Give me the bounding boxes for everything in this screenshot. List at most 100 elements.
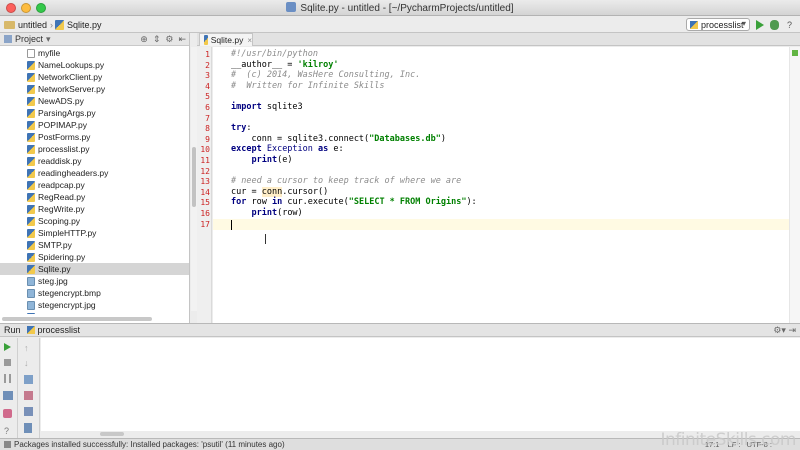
stop-button[interactable] <box>4 359 11 366</box>
image-file-icon <box>27 288 35 298</box>
tree-item[interactable]: readingheaders.py <box>0 167 189 179</box>
tree-item[interactable]: NewADS.py <box>0 95 189 107</box>
tree-item[interactable]: Sqlite.py <box>0 263 189 275</box>
tree-item[interactable]: StegoEncrypt.py <box>0 311 189 314</box>
tree-item[interactable]: ParsingArgs.py <box>0 107 189 119</box>
tree-item-label: processlist.py <box>38 144 90 154</box>
run-panel-settings[interactable]: ⚙▾ ⇥ <box>773 325 796 336</box>
tree-item[interactable]: SimpleHTTP.py <box>0 227 189 239</box>
tree-item[interactable]: NameLookups.py <box>0 59 189 71</box>
console-scroll-thumb[interactable] <box>100 432 124 436</box>
line-number: 1 <box>205 50 210 59</box>
code-token: (row) <box>277 208 303 218</box>
tree-item-label: steg.jpg <box>38 276 68 286</box>
code-line[interactable]: print(e) <box>231 155 292 166</box>
tree-item[interactable]: Scoping.py <box>0 215 189 227</box>
run-button[interactable] <box>754 19 765 30</box>
restore-layout-button[interactable] <box>3 391 13 400</box>
status-message[interactable]: Packages installed successfully: Install… <box>14 440 285 449</box>
code-line[interactable]: # Written for Infinite Skills <box>231 81 385 92</box>
python-file-icon <box>27 240 35 250</box>
code-line[interactable]: except Exception as e: <box>231 144 344 155</box>
pause-button[interactable] <box>4 374 11 383</box>
tree-item[interactable]: RegWrite.py <box>0 203 189 215</box>
status-icon[interactable] <box>4 441 11 448</box>
inspection-ok-icon[interactable] <box>792 50 798 56</box>
code-token: cur.execute( <box>282 197 349 208</box>
code-token: # (c) 2014, WasHere Consulting, Inc. <box>231 70 421 81</box>
tree-item[interactable]: stegencrypt.bmp <box>0 287 189 299</box>
print-button[interactable] <box>24 407 33 416</box>
scroll-thumb[interactable] <box>2 317 152 321</box>
rerun-button[interactable] <box>4 343 14 352</box>
project-horizontal-scrollbar[interactable] <box>2 316 188 322</box>
code-line[interactable]: print(row) <box>231 208 303 219</box>
collapse-all-icon[interactable]: ⇕ <box>153 34 161 45</box>
python-file-icon <box>27 96 35 106</box>
editor-tab-bar: Sqlite.py × <box>197 33 800 46</box>
breadcrumb-file[interactable]: Sqlite.py <box>55 18 102 31</box>
run-config-select[interactable]: processlist ▾ <box>686 18 750 31</box>
tree-item[interactable]: POPIMAP.py <box>0 119 189 131</box>
run-console-output[interactable] <box>41 338 800 431</box>
tree-item-label: readdisk.py <box>38 156 82 166</box>
tree-item[interactable]: readdisk.py <box>0 155 189 167</box>
project-panel-tools: ⊕ ⇕ ⚙ ⇤ <box>140 34 186 45</box>
tree-item[interactable]: RegRead.py <box>0 191 189 203</box>
tree-item-label: Scoping.py <box>38 216 81 226</box>
project-panel-title[interactable]: Project <box>15 34 43 44</box>
code-token: for <box>231 197 247 208</box>
tree-item[interactable]: Spidering.py <box>0 251 189 263</box>
tree-item[interactable]: readpcap.py <box>0 179 189 191</box>
tree-item[interactable]: myfile <box>0 47 189 59</box>
editor-tab-sqlite[interactable]: Sqlite.py × <box>199 33 253 46</box>
project-panel-header: Project ▾ ⊕ ⇕ ⚙ ⇤ <box>0 33 189 46</box>
close-icon[interactable]: × <box>247 36 252 45</box>
code-line[interactable]: conn = sqlite3.connect("Databases.db") <box>231 134 445 145</box>
scroll-to-end-button[interactable] <box>24 391 33 400</box>
pin-tab-button[interactable] <box>3 409 12 418</box>
scroll-thumb[interactable] <box>192 147 196 207</box>
chevron-right-icon: › <box>50 19 54 30</box>
code-token: except <box>231 144 262 155</box>
code-line[interactable]: __author__ = 'kilroy' <box>231 60 338 71</box>
tree-item[interactable]: stegencrypt.jpg <box>0 299 189 311</box>
tree-item[interactable]: PostForms.py <box>0 131 189 143</box>
line-number: 2 <box>205 60 210 70</box>
tree-item-label: myfile <box>38 48 61 58</box>
debug-button[interactable] <box>769 19 780 30</box>
code-line[interactable]: #!/usr/bin/python <box>231 49 318 60</box>
tree-item[interactable]: SMTP.py <box>0 239 189 251</box>
code-line[interactable]: for row in cur.execute("SELECT * FROM Or… <box>231 197 477 208</box>
play-icon <box>755 19 764 30</box>
tree-item-label: readingheaders.py <box>38 168 109 178</box>
tree-item-label: Sqlite.py <box>38 264 71 274</box>
tree-item[interactable]: processlist.py <box>0 143 189 155</box>
code-line[interactable]: try: <box>231 123 251 134</box>
chevron-down-icon[interactable]: ▾ <box>46 34 51 45</box>
python-file-icon <box>27 228 35 238</box>
code-line[interactable]: # need a cursor to keep track of where w… <box>231 176 461 187</box>
breadcrumb-project[interactable]: untitled › <box>4 18 56 31</box>
arrow-up-icon[interactable]: ↑ <box>24 343 34 353</box>
trash-icon[interactable] <box>24 423 32 433</box>
tree-item[interactable]: NetworkClient.py <box>0 71 189 83</box>
tree-item-label: ParsingArgs.py <box>38 108 96 118</box>
gear-icon[interactable]: ⚙ <box>165 34 173 45</box>
python-file-icon <box>204 35 208 45</box>
arrow-down-icon[interactable]: ↓ <box>24 358 34 368</box>
hide-panel-icon[interactable]: ⇤ <box>178 34 186 45</box>
code-line[interactable]: # (c) 2014, WasHere Consulting, Inc. <box>231 70 420 81</box>
python-file-icon <box>27 180 35 190</box>
code-line[interactable]: import sqlite3 <box>231 102 303 113</box>
scroll-from-source-icon[interactable]: ⊕ <box>140 34 148 45</box>
help-button[interactable]: ? <box>784 19 795 30</box>
play-icon <box>4 343 11 351</box>
tree-item[interactable]: steg.jpg <box>0 275 189 287</box>
tree-item[interactable]: NetworkServer.py <box>0 83 189 95</box>
soft-wrap-button[interactable] <box>24 375 33 384</box>
help-icon[interactable]: ? <box>4 426 14 436</box>
python-file-icon <box>27 312 35 314</box>
code-token: in <box>271 197 283 208</box>
